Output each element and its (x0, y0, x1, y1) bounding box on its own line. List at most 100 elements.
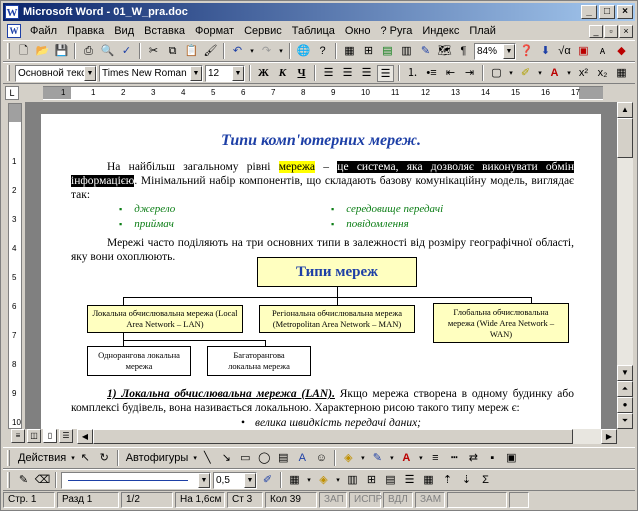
bullets-icon[interactable]: •≡ (423, 65, 440, 82)
close-button[interactable]: × (617, 5, 633, 19)
menu-index[interactable]: Индекс (417, 25, 464, 37)
align-left-icon[interactable]: ☰ (320, 65, 337, 82)
help-assistant-icon[interactable]: ? (314, 43, 331, 60)
status-trk[interactable]: ИСПР (349, 492, 382, 508)
clipart-icon[interactable]: ☺ (313, 450, 330, 467)
normal-view-button[interactable]: ≡ (11, 429, 25, 443)
status-ext[interactable]: ВДЛ (383, 492, 413, 508)
font-color-dropdown-icon[interactable]: ▾ (565, 65, 573, 82)
align-center-icon[interactable]: ☰ (339, 65, 356, 82)
oval-icon[interactable]: ◯ (256, 450, 273, 467)
doc-minimize-button[interactable]: _ (589, 24, 603, 38)
document-menu-icon[interactable]: W (7, 24, 21, 38)
wordart-icon[interactable]: A (294, 450, 311, 467)
arrow-icon[interactable]: ↘ (218, 450, 235, 467)
borders-icon[interactable]: ▢ (488, 65, 505, 82)
copy-icon[interactable]: ⧉ (164, 43, 181, 60)
diagram-multi-lan-box[interactable]: Багаторангова локальна мережа (207, 346, 311, 376)
chevron-down-icon[interactable]: ▼ (190, 65, 202, 81)
print-layout-button[interactable]: ▯ (43, 429, 57, 443)
cut-icon[interactable]: ✂ (145, 43, 162, 60)
chevron-down-icon[interactable]: ▼ (503, 43, 515, 59)
line-icon[interactable]: ╲ (199, 450, 216, 467)
print-icon[interactable]: ⎙ (80, 43, 97, 60)
horizontal-ruler[interactable]: 1 1 2 3 4 5 6 7 8 9 10 11 12 13 14 15 16 17 (43, 86, 603, 100)
subscript-icon[interactable]: x₂ (594, 65, 611, 82)
chevron-down-icon[interactable]: ▼ (84, 65, 96, 81)
split-cells-icon[interactable]: ⊞ (363, 472, 380, 489)
office-assistant-icon[interactable]: ❓ (518, 43, 535, 60)
decrease-indent-icon[interactable]: ⇤ (442, 65, 459, 82)
scroll-thumb[interactable] (617, 118, 633, 158)
columns-icon[interactable]: ▥ (398, 43, 415, 60)
increase-indent-icon[interactable]: ⇥ (461, 65, 478, 82)
vertical-ruler[interactable]: 1 2 3 4 5 6 7 8 9 10 (8, 103, 22, 429)
maximize-button[interactable]: □ (599, 5, 615, 19)
merge-cells-icon[interactable]: ▥ (344, 472, 361, 489)
web-globe-icon[interactable]: 🌐 (295, 43, 312, 60)
chevron-down-icon[interactable]: ▼ (232, 65, 244, 81)
font-color-icon[interactable]: A (398, 450, 415, 467)
highlight-dropdown-icon[interactable]: ▾ (536, 65, 544, 82)
redo-icon[interactable]: ↷ (258, 43, 275, 60)
menu-table[interactable]: Таблица (287, 25, 340, 37)
line-color-icon[interactable]: ✎ (369, 450, 386, 467)
redo-dropdown-icon[interactable]: ▾ (277, 43, 285, 60)
menu-tools[interactable]: Сервис (239, 25, 287, 37)
scroll-down-button[interactable]: ▼ (617, 365, 633, 381)
diagram-lan-box[interactable]: Локальна обчислювальна мережа (Local Are… (87, 305, 243, 333)
underline-button[interactable]: Ч (293, 65, 310, 82)
font-select[interactable]: Times New Roman ▼ (99, 64, 203, 82)
outline-view-button[interactable]: ☰ (59, 429, 73, 443)
menu-format[interactable]: Формат (190, 25, 239, 37)
menu-insert[interactable]: Вставка (139, 25, 190, 37)
highlight-icon[interactable]: ✐ (517, 65, 534, 82)
font-color-dropdown-icon[interactable]: ▾ (417, 450, 425, 467)
doc-close-button[interactable]: × (619, 24, 633, 38)
menu-edit[interactable]: Правка (62, 25, 109, 37)
scroll-up-button[interactable]: ▲ (617, 102, 633, 118)
scroll-left-button[interactable]: ◀ (77, 429, 93, 444)
paragraph-lan[interactable]: 1) Локальна обчислювальна мережа (LAN). … (71, 387, 574, 415)
eraser-icon[interactable]: ⌫ (34, 472, 51, 489)
rectangle-icon[interactable]: ▭ (237, 450, 254, 467)
line-style-select[interactable]: ▼ (61, 471, 211, 489)
align-cells-icon[interactable]: ▤ (382, 472, 399, 489)
style-select[interactable]: Основной текст ▼ (15, 64, 97, 82)
shading-dropdown-icon[interactable]: ▾ (334, 472, 342, 489)
grid-icon[interactable]: ▦ (613, 65, 630, 82)
line-style-icon[interactable]: ≡ (427, 450, 444, 467)
document-area[interactable]: Типи комп'ютерних мереж. На найбільш заг… (25, 102, 617, 429)
fill-color-icon[interactable]: ◈ (340, 450, 357, 467)
open-folder-icon[interactable]: 📂 (34, 43, 51, 60)
web-layout-button[interactable]: ◫ (27, 429, 41, 443)
superscript-icon[interactable]: x² (575, 65, 592, 82)
justify-icon[interactable]: ☰ (377, 64, 394, 82)
drawing-icon[interactable]: ✎ (417, 43, 434, 60)
free-rotate-icon[interactable]: ↻ (96, 450, 113, 467)
tab-selector-icon[interactable]: L (5, 86, 19, 100)
autoshapes-menu[interactable]: Автофигуры (123, 452, 192, 464)
chevron-down-icon[interactable]: ▼ (244, 472, 256, 488)
word-app-icon[interactable]: W (5, 5, 19, 19)
bold-button[interactable]: Ж (255, 65, 272, 82)
table-borders-dropdown-icon[interactable]: ▾ (305, 472, 313, 489)
chevron-down-icon[interactable]: ▼ (198, 472, 210, 488)
insert-excel-icon[interactable]: ▤ (379, 43, 396, 60)
title-bar[interactable]: W Microsoft Word - 01_W_pra.doc _ □ × (3, 3, 635, 21)
3d-icon[interactable]: ▣ (503, 450, 520, 467)
show-hide-icon[interactable]: ¶ (455, 43, 472, 60)
distribute-rows-icon[interactable]: ☰ (401, 472, 418, 489)
sort-desc-icon[interactable]: ⇣ (458, 472, 475, 489)
menu-view[interactable]: Вид (109, 25, 139, 37)
undo-icon[interactable]: ↶ (229, 43, 246, 60)
fill-dropdown-icon[interactable]: ▾ (359, 450, 367, 467)
equation-icon[interactable]: √α (556, 43, 573, 60)
minimize-button[interactable]: _ (581, 5, 597, 19)
actions-menu[interactable]: Действия (15, 452, 69, 464)
tables-borders-icon[interactable]: ▦ (341, 43, 358, 60)
down-arrow-icon[interactable]: ⬇ (537, 43, 554, 60)
diagram-man-box[interactable]: Регіональна обчислювальна мережа (Metrop… (259, 305, 415, 333)
prev-page-button[interactable]: ⏶ (617, 381, 633, 397)
save-icon[interactable]: 💾 (53, 43, 70, 60)
